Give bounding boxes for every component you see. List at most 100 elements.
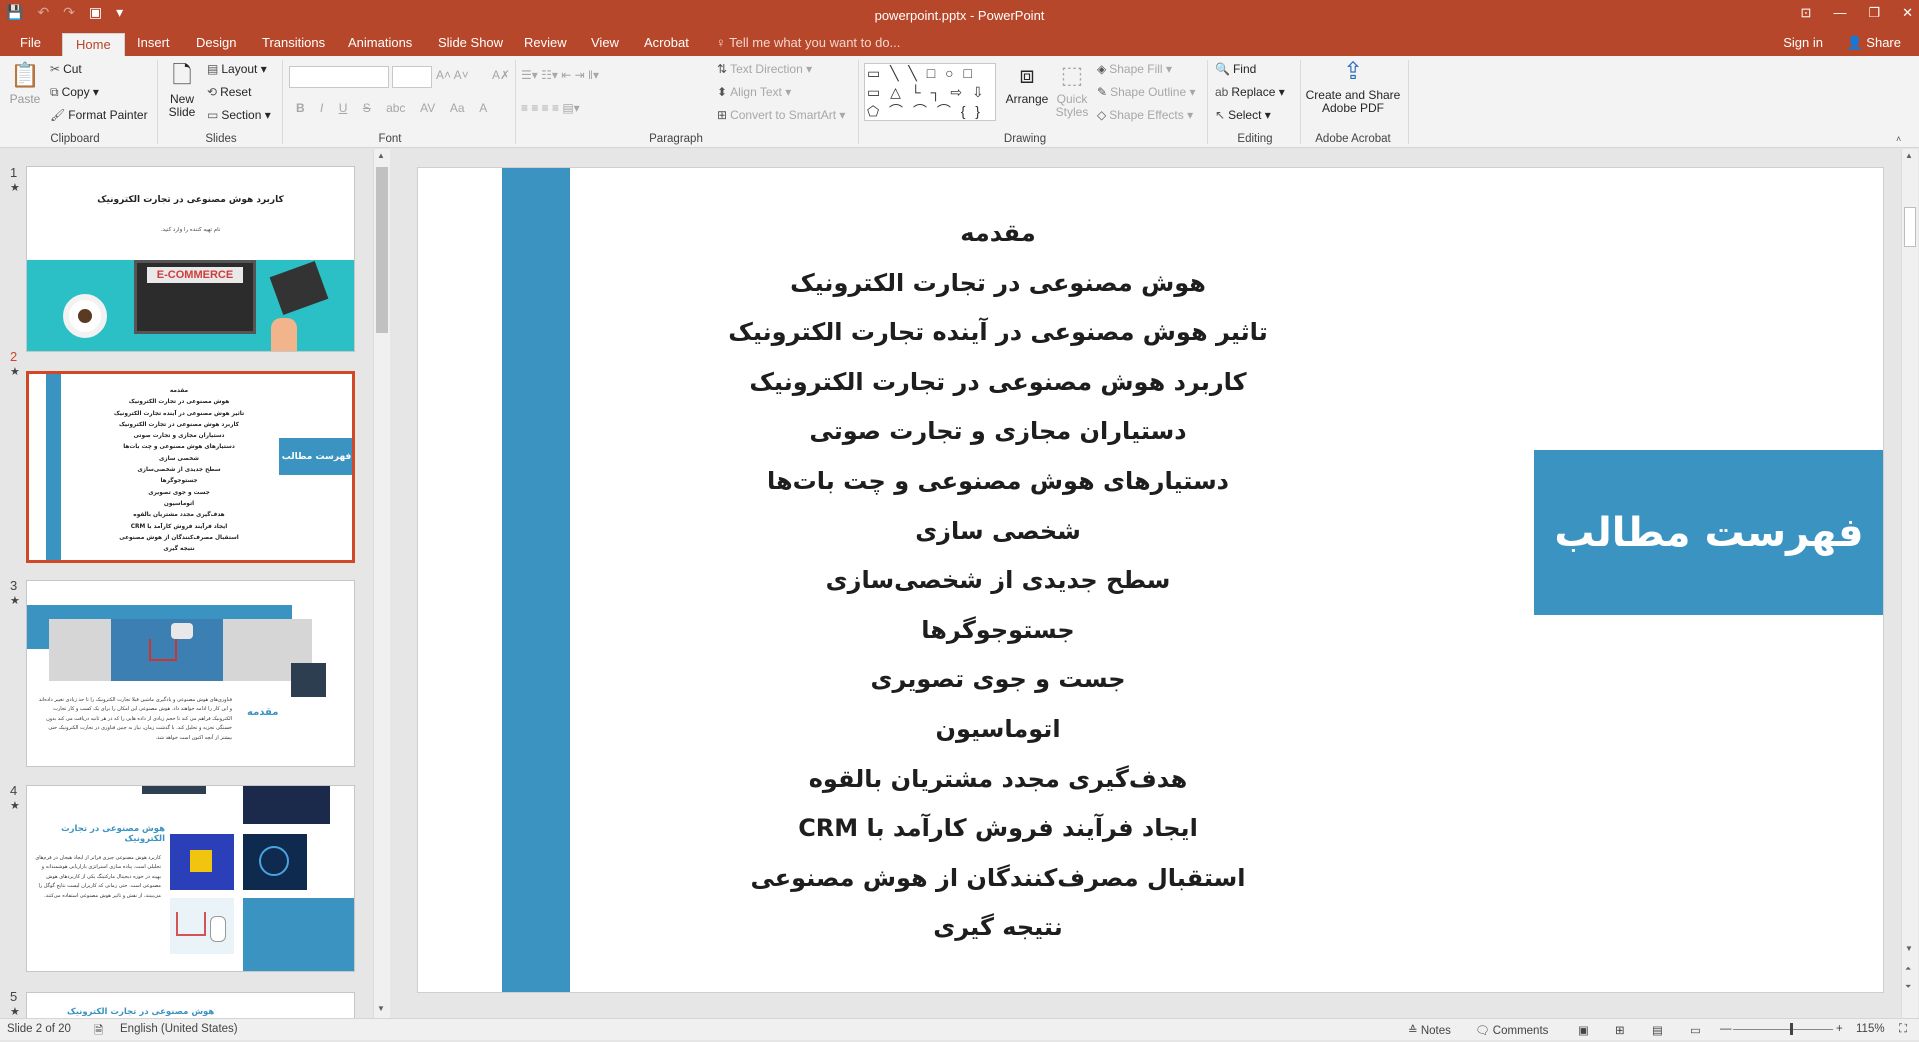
text-shadow-button[interactable]: abc [386,101,405,115]
tab-file[interactable]: File [20,35,41,50]
thumb-cart-robot-image [170,898,234,954]
thumbnail-slide-4[interactable]: هوش مصنوعی در تجارت الکترونیک کاربرد هوش… [26,785,355,972]
strikethrough-button[interactable]: S [363,101,371,115]
zoom-level[interactable]: 115% [1856,1023,1885,1035]
thumb-paragraph: کاربرد هوش مصنوعی چیزی فراتر از ایجاد هی… [35,855,161,899]
list-buttons[interactable]: ☰▾ ☷▾ ⇤ ⇥ ‖▾ [521,68,599,82]
text-direction-button[interactable]: ⇅ Text Direction ▾ [717,62,812,76]
copy-button[interactable]: ⧉ Copy ▾ [50,85,99,100]
slide-show-icon[interactable]: ▭ [1690,1023,1701,1037]
shape-fill-button[interactable]: ◈ Shape Fill ▾ [1097,62,1172,76]
alignment-buttons[interactable]: ≡ ≡ ≡ ≡ ▤▾ [521,101,580,115]
italic-button[interactable]: I [320,101,323,115]
underline-button[interactable]: U [339,101,348,115]
scroll-down-arrow-icon[interactable]: ▼ [377,1004,385,1013]
replace-button[interactable]: ab Replace ▾ [1215,85,1285,99]
replace-icon: ab [1215,85,1229,99]
current-slide[interactable]: مقدمه هوش مصنوعی در تجارت الکترونیک تاثی… [417,167,1884,993]
arrange-button[interactable]: ⧈ Arrange [1003,62,1051,106]
font-size-grow-shrink[interactable]: A˄ A˅ [436,68,469,82]
create-share-pdf-button[interactable]: ⇪ Create and Share Adobe PDF [1303,58,1403,115]
tab-slide-show[interactable]: Slide Show [438,35,503,50]
laptop-illustration: E-COMMERCE [134,260,256,334]
spellcheck-icon[interactable]: 🗎 [94,1023,103,1042]
align-text-button[interactable]: ⬍ Align Text ▾ [717,85,791,99]
toc-item: هدف‌گیری مجدد مشتریان بالقوه [808,764,1188,793]
previous-slide-icon[interactable]: ⏶ [1905,964,1911,974]
tab-acrobat[interactable]: Acrobat [644,35,689,50]
tab-view[interactable]: View [591,35,619,50]
close-button[interactable]: ✕ [1902,5,1913,21]
change-case-button[interactable]: Aa [450,101,465,115]
zoom-slider-knob[interactable] [1789,1023,1793,1035]
font-color-button[interactable]: A [479,101,487,115]
clear-formatting-icon[interactable]: A✗ [492,68,510,82]
zoom-in-icon[interactable]: + [1836,1023,1843,1035]
zoom-out-icon[interactable]: — [1720,1023,1732,1035]
tab-animations[interactable]: Animations [348,35,412,50]
thumbnail-slide-3[interactable]: مقدمه فناوری‌های هوش مصنوعی و یادگیری ما… [26,580,355,767]
paste-button[interactable]: 📋 Paste [8,62,42,106]
slide-scrollbar[interactable]: ▲ ▼ ⏶ ⏷ [1901,149,1918,1018]
thumbnail-slide-1[interactable]: کاربرد هوش مصنوعی در تجارت الکترونیک نام… [26,166,355,352]
reading-view-icon[interactable]: ▤ [1652,1023,1663,1037]
tell-me-search[interactable]: ♀ Tell me what you want to do... [716,35,900,50]
tab-home[interactable]: Home [62,33,125,56]
shape-effects-button[interactable]: ◇ Shape Effects ▾ [1097,108,1193,122]
comment-icon: 🗨 [1475,1025,1493,1037]
char-spacing-button[interactable]: AV [420,101,435,115]
toc-item: کاربرد هوش مصنوعی در تجارت الکترونیک [749,367,1247,396]
cut-button[interactable]: ✂ Cut [50,62,82,76]
notes-button[interactable]: ≙ Notes [1408,1023,1451,1037]
minimize-button[interactable]: — [1833,5,1846,21]
normal-view-icon[interactable]: ▣ [1578,1023,1589,1037]
clipboard-icon: 📋 [10,62,40,89]
tab-design[interactable]: Design [196,35,236,50]
scroll-up-arrow-icon[interactable]: ▲ [1905,151,1913,160]
scroll-up-arrow-icon[interactable]: ▲ [377,151,385,160]
new-slide-button[interactable]: 🗋 New Slide [163,62,201,119]
reset-button[interactable]: ⟲ Reset [207,85,251,99]
language-indicator[interactable]: English (United States) [120,1023,238,1035]
restore-button[interactable]: ❐ [1868,5,1880,21]
sign-in-link[interactable]: Sign in [1783,35,1823,50]
tab-transitions[interactable]: Transitions [262,35,325,50]
ribbon-display-options-button[interactable]: ⊡ [1801,5,1812,21]
zoom-slider-track[interactable] [1733,1023,1833,1035]
hand-illustration [271,318,297,351]
group-divider [1300,60,1301,144]
copy-icon: ⧉ [50,85,59,99]
collapse-ribbon-icon[interactable]: ˄ [1896,134,1901,144]
toc-list[interactable]: مقدمه هوش مصنوعی در تجارت الکترونیک تاثی… [718,209,1278,953]
tab-review[interactable]: Review [524,35,567,50]
scrollbar-thumb[interactable] [1904,207,1916,247]
fit-to-window-icon[interactable]: ⛶ [1899,1023,1907,1036]
format-painter-button[interactable]: 🖌 Format Painter [50,108,148,122]
pen-outline-icon: ✎ [1097,85,1108,99]
bold-button[interactable]: B [296,101,305,115]
scroll-down-arrow-icon[interactable]: ▼ [1905,944,1913,953]
font-size-combobox[interactable] [392,66,432,88]
shapes-gallery[interactable]: ▭ ╲ ╲ □ ○ □ ▭ △ └ ┐ ⇨ ⇩ ⬠ ⌒ ⌒ ⌒ { } ☆ [864,63,996,121]
quick-styles-button[interactable]: ⬚ Quick Styles [1052,62,1092,119]
slide-sorter-icon[interactable]: ⊞ [1615,1023,1625,1037]
thumb-dark-bar [142,786,206,794]
find-button[interactable]: 🔍 Find [1215,62,1256,76]
reset-icon: ⟲ [207,85,218,99]
share-button[interactable]: 👤 Share [1846,35,1901,51]
thumbnail-slide-2[interactable]: مقدمه هوش مصنوعی در تجارت الکترونیک تاثی… [26,371,355,563]
scrollbar-thumb[interactable] [376,167,388,333]
thumbnail-scrollbar[interactable]: ▲ ▼ [373,149,390,1018]
tab-insert[interactable]: Insert [137,35,170,50]
section-button[interactable]: ▭ Section ▾ [207,108,271,122]
toc-title-box[interactable]: فهرست مطالب [1534,450,1883,615]
shape-outline-button[interactable]: ✎ Shape Outline ▾ [1097,85,1195,99]
next-slide-icon[interactable]: ⏷ [1905,982,1911,992]
thumbnail-slide-5[interactable]: هوش مصنوعی در تجارت الکترونیک [26,992,355,1018]
font-name-combobox[interactable] [289,66,389,88]
select-button[interactable]: ↖ Select ▾ [1215,108,1271,122]
thumb-number: 3 [10,578,18,593]
convert-smartart-button[interactable]: ⊞ Convert to SmartArt ▾ [717,108,845,122]
comments-button[interactable]: 🗨 Comments [1475,1023,1548,1037]
layout-button[interactable]: ▤ Layout ▾ [207,62,267,76]
